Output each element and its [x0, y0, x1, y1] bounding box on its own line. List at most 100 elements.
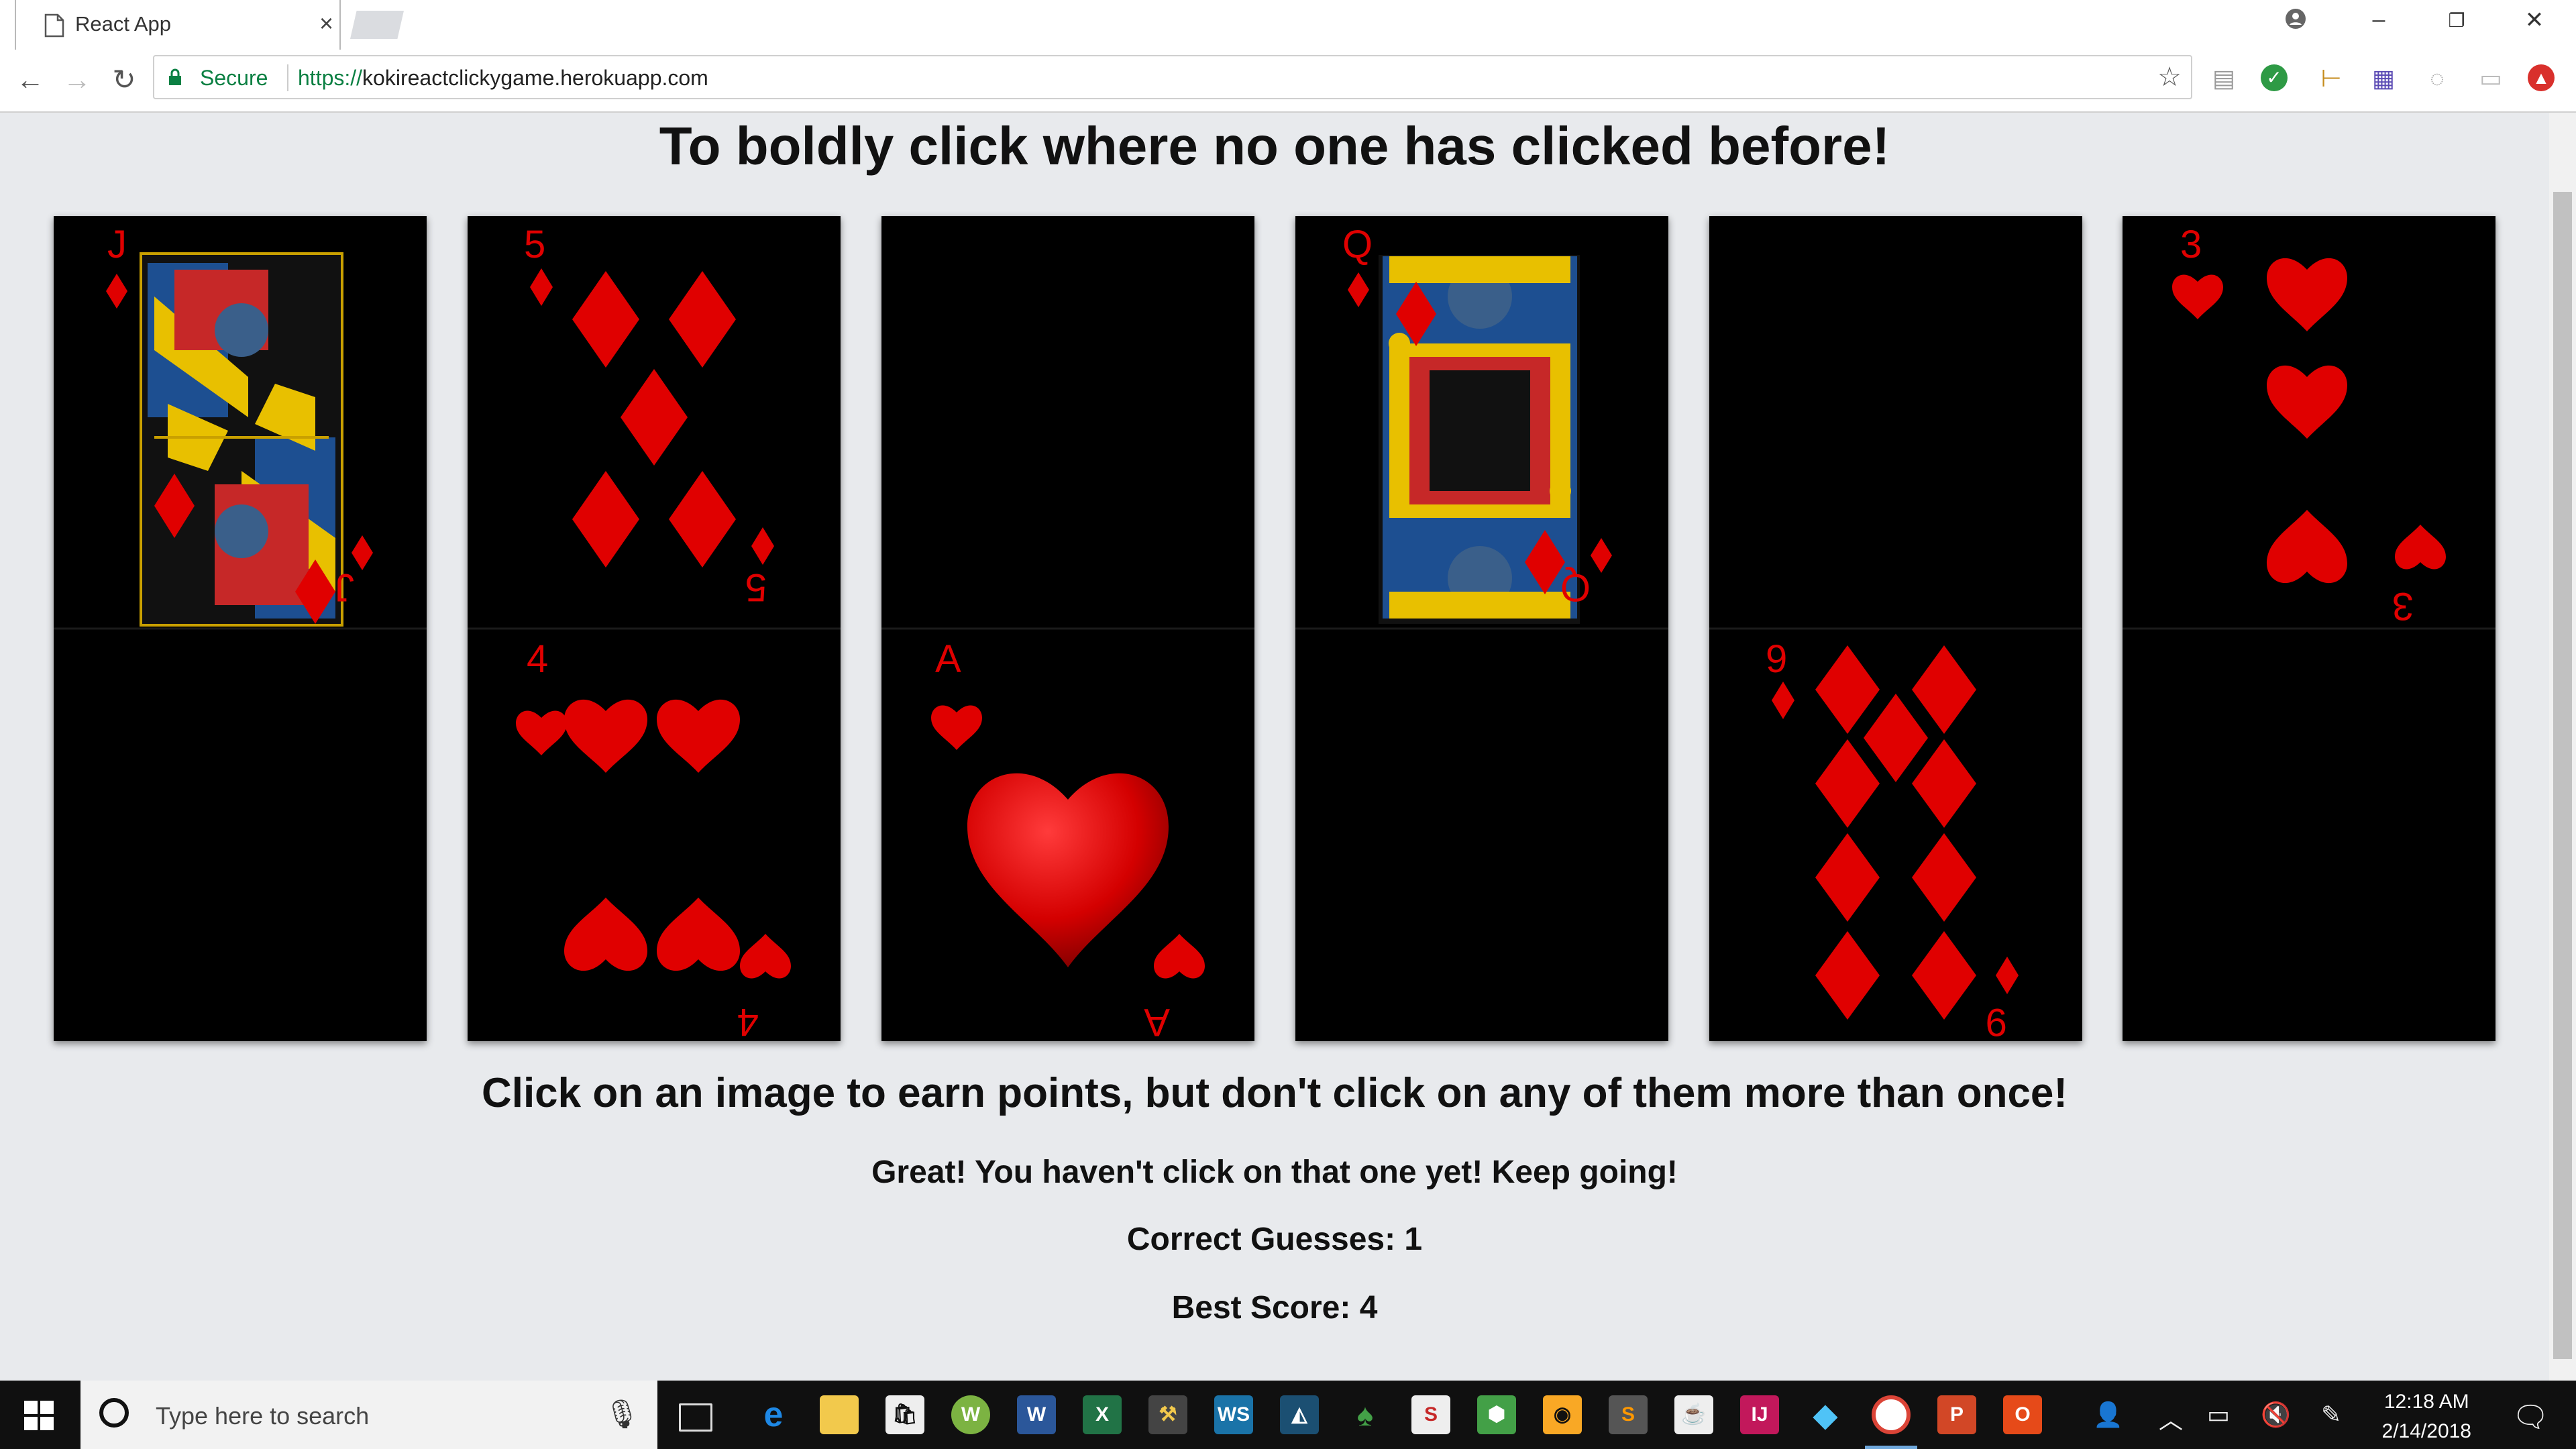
secure-label: Secure: [200, 66, 268, 90]
card-3-rank-inverted: A: [1144, 1000, 1170, 1041]
action-center-icon[interactable]: 🗨: [2512, 1399, 2549, 1434]
tray-chevron-icon[interactable]: ︿: [2159, 1401, 2183, 1436]
card-3-art: A A: [881, 627, 1254, 1041]
app-w-icon[interactable]: W: [951, 1395, 990, 1434]
store-icon[interactable]: 🛍: [885, 1395, 924, 1434]
sublime-text-icon[interactable]: S: [1609, 1395, 1648, 1434]
url-host: kokireactclickygame.herokuapp.com: [362, 66, 708, 90]
heart-icon: [2267, 510, 2347, 584]
clock-time: 12:18 AM: [2383, 1391, 2469, 1413]
yellow-app-icon[interactable]: ◉: [1543, 1395, 1582, 1434]
red-extension-icon[interactable]: ▲: [2528, 64, 2555, 91]
restore-button[interactable]: ❐: [2436, 9, 2477, 32]
heart-icon: [2172, 274, 2223, 319]
diamond-icon: [572, 271, 639, 368]
diamond-icon: [1864, 694, 1928, 782]
tab-close-icon[interactable]: ×: [319, 9, 333, 38]
diamond-icon: [1912, 833, 1976, 922]
circle-extension-icon[interactable]: ◌: [2420, 62, 2454, 95]
heart-icon: [2267, 258, 2347, 331]
omnibox-divider: [287, 64, 288, 91]
pen-icon[interactable]: ✎: [2321, 1401, 2341, 1429]
windows-start-icon[interactable]: [24, 1401, 54, 1430]
minimize-button[interactable]: –: [2359, 7, 2399, 33]
close-window-button[interactable]: ✕: [2514, 7, 2555, 34]
s-app-icon[interactable]: S: [1411, 1395, 1450, 1434]
heart-icon: [657, 699, 740, 773]
tab-bar: React App × – ❐ ✕: [0, 0, 2576, 50]
diamond-icon: [1815, 645, 1880, 734]
url-scheme: https://: [298, 66, 363, 90]
pdf-extension-icon[interactable]: ▤: [2207, 62, 2241, 95]
battery-icon[interactable]: ▭: [2207, 1401, 2230, 1429]
intellij-icon[interactable]: IJ: [1740, 1395, 1779, 1434]
chrome-icon[interactable]: [1872, 1395, 1911, 1434]
people-icon[interactable]: 👤: [2093, 1401, 2123, 1429]
url-text: https://kokireactclickygame.herokuapp.co…: [298, 66, 708, 91]
mysql-workbench-icon[interactable]: ◭: [1280, 1395, 1319, 1434]
diamond-icon: [1996, 957, 2019, 994]
word-icon[interactable]: W: [1017, 1395, 1056, 1434]
card-6-rank: 3: [2180, 223, 2202, 266]
address-bar[interactable]: Secure https://kokireactclickygame.herok…: [153, 55, 2192, 99]
diamond-icon: [1815, 931, 1880, 1020]
tool-icon[interactable]: ⚒: [1148, 1395, 1187, 1434]
heart-icon: [740, 934, 791, 979]
diamond-icon: [572, 471, 639, 568]
card-5-art: 9 9: [1709, 627, 2082, 1041]
card-five-diamonds-four-hearts[interactable]: 5 5 4 4: [468, 216, 841, 1041]
task-view-icon[interactable]: [679, 1403, 712, 1432]
webstorm-icon[interactable]: WS: [1214, 1395, 1253, 1434]
new-tab-button[interactable]: [350, 11, 404, 39]
correct-guesses: Correct Guesses: 1: [1126, 1222, 1423, 1257]
card-1-art: J J: [54, 223, 427, 630]
scrollbar-thumb[interactable]: [2553, 192, 2572, 1359]
java-icon[interactable]: ☕: [1674, 1395, 1713, 1434]
search-placeholder: Type here to search: [156, 1402, 370, 1430]
tag-extension-icon[interactable]: ⊢: [2314, 62, 2348, 95]
browser-tab[interactable]: React App ×: [15, 0, 341, 50]
green-leaf-icon[interactable]: ♠: [1346, 1395, 1385, 1434]
cast-extension-icon[interactable]: ▭: [2474, 62, 2508, 95]
card-2-art: 5 5 4 4: [468, 223, 841, 1041]
card-ace-of-hearts[interactable]: A A: [881, 216, 1254, 1041]
system-clock[interactable]: 12:18 AM 2/14/2018: [2382, 1387, 2471, 1446]
card-jack-of-diamonds[interactable]: J J: [54, 216, 427, 1041]
scrollbar[interactable]: [2549, 113, 2576, 1381]
diamond-icon: [1815, 833, 1880, 922]
card-5-rank-inverted: 9: [1986, 1000, 2007, 1041]
diamond-icon: [1772, 682, 1794, 719]
card-4-rank: Q: [1342, 223, 1373, 266]
file-explorer-icon[interactable]: [820, 1395, 859, 1434]
excel-icon[interactable]: X: [1083, 1395, 1122, 1434]
sourcetree-icon[interactable]: ◆: [1806, 1395, 1845, 1434]
node-icon[interactable]: ⬢: [1477, 1395, 1516, 1434]
diamond-icon: [1591, 538, 1612, 573]
page-icon: [44, 13, 64, 38]
diamond-icon: [1912, 931, 1976, 1020]
card-queen-of-diamonds[interactable]: Q Q: [1295, 216, 1668, 1041]
forward-icon[interactable]: →: [59, 62, 95, 98]
back-icon[interactable]: ←: [12, 62, 48, 98]
profile-icon[interactable]: [2284, 7, 2308, 31]
card-three-of-hearts[interactable]: 3 3: [2123, 216, 2496, 1041]
heart-icon: [564, 699, 647, 773]
powerpoint-icon[interactable]: P: [1937, 1395, 1976, 1434]
check-extension-icon[interactable]: ✓: [2261, 64, 2288, 91]
heart-icon: [931, 705, 982, 750]
bookmark-star-icon[interactable]: ☆: [2157, 62, 2182, 93]
page-title: To boldly click where no one has clicked…: [659, 116, 1890, 176]
diamond-icon: [621, 369, 688, 466]
chrome-active-indicator: [1865, 1446, 1917, 1449]
taskbar-search[interactable]: Type here to search 🎙: [80, 1381, 657, 1449]
card-2-rank-top-inverted: 5: [745, 566, 767, 609]
diamond-icon: [530, 268, 553, 306]
card-nine-of-diamonds[interactable]: 9 9: [1709, 216, 2082, 1041]
grid-extension-icon[interactable]: ▦: [2367, 62, 2400, 95]
card-2-rank-bottom: 4: [527, 637, 548, 681]
edge-icon[interactable]: e: [754, 1395, 793, 1434]
volume-muted-icon[interactable]: 🔇: [2261, 1401, 2291, 1429]
office-icon[interactable]: O: [2003, 1395, 2042, 1434]
microphone-icon[interactable]: 🎙: [604, 1398, 640, 1431]
reload-icon[interactable]: ↻: [106, 62, 142, 98]
